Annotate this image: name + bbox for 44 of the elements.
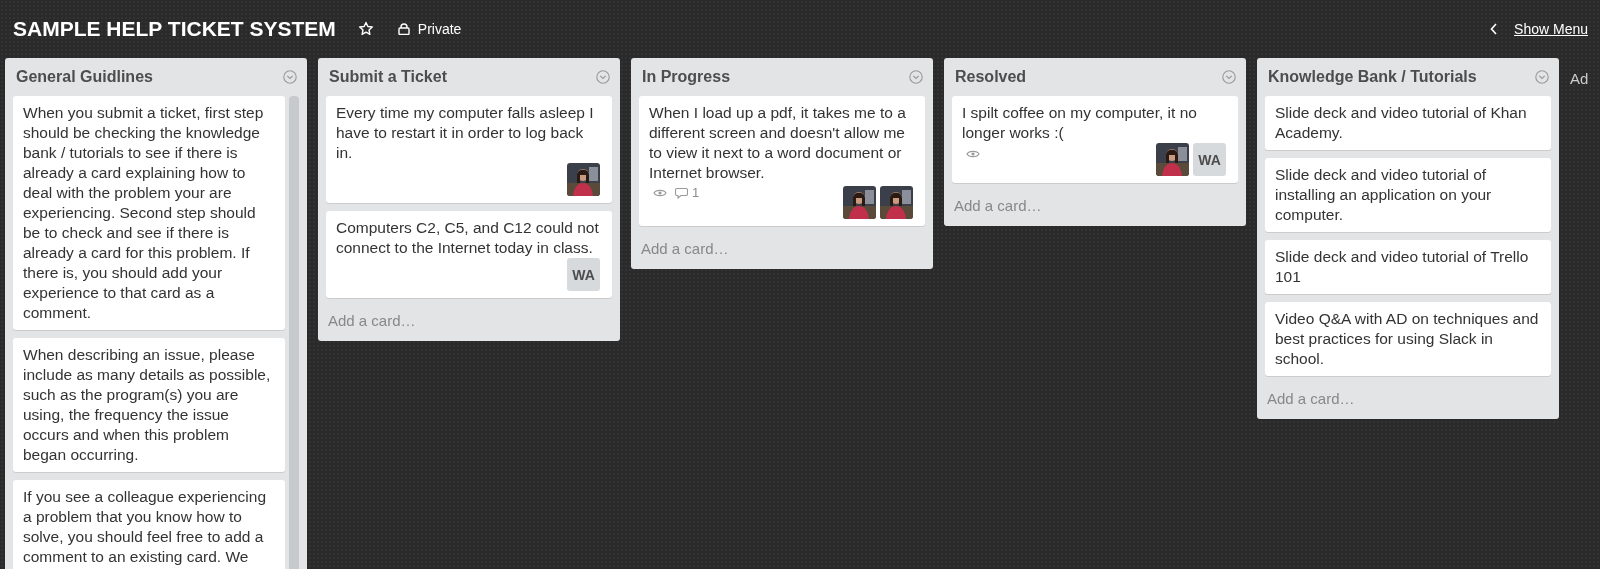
- lock-icon: [397, 23, 410, 35]
- ticket-card[interactable]: Slide deck and video tutorial of installing an application on your computer.: [1265, 158, 1551, 232]
- list-title: General Guidlines: [16, 67, 153, 87]
- card-text: Slide deck and video tutorial of Trello 101: [1275, 247, 1530, 287]
- card-text: Slide deck and video tutorial of installing an application on your computer.: [1275, 165, 1493, 225]
- chevron-down-icon[interactable]: [596, 70, 610, 84]
- ticket-card[interactable]: Computers C2, C5, and C12 could not connect to the Internet today in class. WA: [326, 211, 612, 298]
- list-title: Resolved: [955, 67, 1027, 87]
- card-text: Video Q&A with AD on techniques and best practices for using Slack in school.: [1275, 309, 1539, 369]
- ticket-card[interactable]: Video Q&A with AD on techniques and best practices for using Slack in school.: [1265, 302, 1551, 376]
- list-title: Knowledge Bank / Tutorials: [1268, 67, 1477, 87]
- visibility-button[interactable]: Private: [417, 18, 462, 40]
- chevron-down-icon[interactable]: [283, 70, 297, 84]
- card-text: Slide deck and video tutorial of Khan Academy.: [1275, 103, 1528, 143]
- card-text: I spilt coffee on my computer, it no longer works :(: [962, 103, 1198, 143]
- chevron-down-icon[interactable]: [1222, 70, 1236, 84]
- chevron-left-icon: [1490, 23, 1499, 35]
- comment-icon: [675, 187, 688, 199]
- star-icon[interactable]: [357, 21, 374, 37]
- add-list-link[interactable]: Ad: [1570, 58, 1589, 91]
- ticket-card[interactable]: Slide deck and video tutorial of Trello 101: [1265, 240, 1551, 294]
- ticket-card[interactable]: Slide deck and video tutorial of Khan Academy.: [1265, 96, 1551, 150]
- scrollbar[interactable]: [289, 96, 299, 569]
- member-avatar[interactable]: WA: [1193, 143, 1226, 176]
- card-text: When you submit a ticket, first step should be checking the knowledge bank / tutorials to see if there is already a card explaining how to deal with the problem your are experiencing. Second step should be to check and see if there is already a card for this problem. If there is, you should add your experience to that card as a comment.: [23, 103, 265, 323]
- ticket-card[interactable]: [13, 96, 285, 330]
- card-text: Every time my computer falls asleep I have to restart it in order to log back in.: [336, 103, 595, 163]
- ticket-card[interactable]: I spilt coffee on my computer, it no longer works :( WA: [952, 96, 1238, 183]
- chevron-down-icon[interactable]: [909, 70, 923, 84]
- ticket-card[interactable]: When I load up a pdf, it takes me to a different screen and doesn't allow me to view it next to a word document or Internet browser. 1: [639, 96, 925, 226]
- member-avatar[interactable]: WA: [567, 258, 600, 291]
- card-text: When I load up a pdf, it takes me to a different screen and doesn't allow me to view it next to a word document or Internet browser.: [649, 103, 907, 183]
- ticket-card[interactable]: If you see a colleague experiencing a problem that you know how to solve, you should feel free to add a comment to an existing card. We: [13, 480, 285, 569]
- card-text: When describing an issue, please include as many details as possible, such as the program(s) you are using, the frequency the issue occurs and when this problem began occurring.: [23, 345, 272, 465]
- comment-count: 1: [692, 184, 700, 202]
- chevron-down-icon[interactable]: [1535, 70, 1549, 84]
- show-menu-link[interactable]: Show Menu: [1514, 18, 1588, 40]
- card-text: If you see a colleague experiencing a problem that you know how to solve, you should feel free to add a comment to an existing card. We: [23, 487, 267, 567]
- card-text: Computers C2, C5, and C12 could not connect to the Internet today in class.: [336, 218, 600, 258]
- board-title: SAMPLE HELP TICKET SYSTEM: [13, 16, 336, 43]
- ticket-card[interactable]: Every time my computer falls asleep I have to restart it in order to log back in.: [326, 96, 612, 203]
- list-title: Submit a Ticket: [329, 67, 447, 87]
- list-title: In Progress: [642, 67, 731, 87]
- ticket-card[interactable]: When describing an issue, please include as many details as possible, such as the program(s) you are using, the frequency the issue occurs and when this problem began occurring.: [13, 338, 285, 472]
